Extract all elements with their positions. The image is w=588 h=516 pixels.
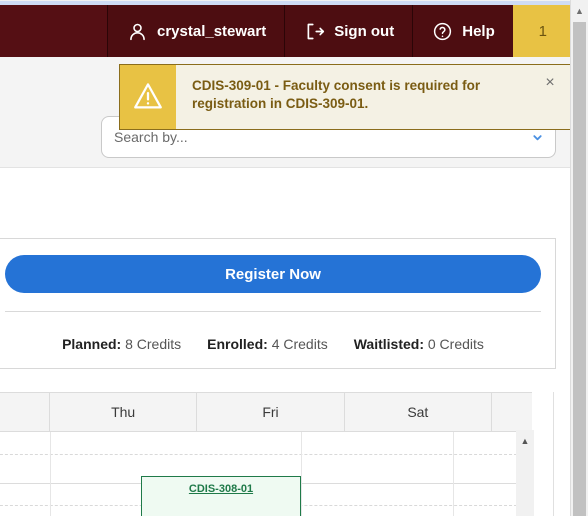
help-label: Help — [462, 22, 495, 40]
search-placeholder: Search by... — [114, 129, 188, 145]
triangle-up-icon[interactable]: ▲ — [571, 3, 588, 19]
page-root: crystal_stewart Sign out Help 1 Search b… — [0, 0, 588, 516]
header-user-menu[interactable]: crystal_stewart — [107, 5, 284, 57]
site-header-bar: crystal_stewart Sign out Help 1 — [0, 5, 573, 57]
credits-planned-label: Planned: — [62, 336, 122, 352]
calendar-outer-divider — [553, 392, 554, 516]
credits-planned-value: 8 Credits — [125, 336, 182, 352]
credits-enrolled: Enrolled: 4 Credits — [207, 336, 328, 352]
calendar-column-divider — [301, 432, 302, 516]
alert-message: CDIS-309-01 - Faculty consent is require… — [192, 78, 481, 112]
close-icon[interactable]: × — [538, 71, 562, 95]
calendar-right-edge — [534, 392, 535, 516]
alert-icon-panel — [120, 65, 176, 129]
window-scrollbar-thumb[interactable] — [573, 22, 586, 516]
credits-waitlisted-label: Waitlisted: — [353, 336, 424, 352]
credits-enrolled-label: Enrolled: — [207, 336, 268, 352]
calendar-day-header-thu: Thu — [50, 393, 198, 431]
calendar-day-header-row: Thu Fri Sat — [0, 392, 532, 432]
schedule-calendar: Thu Fri Sat CDIS-308-01 — [0, 392, 532, 516]
calendar-day-header-end — [492, 393, 532, 431]
register-row: Register Now — [0, 239, 555, 307]
header-user-label: crystal_stewart — [157, 22, 267, 40]
calendar-day-header-spacer — [0, 393, 50, 431]
credits-waitlisted: Waitlisted: 0 Credits — [354, 336, 484, 352]
calendar-column-divider — [453, 432, 454, 516]
calendar-day-header-fri: Fri — [197, 393, 345, 431]
warning-alert: CDIS-309-01 - Faculty consent is require… — [119, 64, 571, 130]
sign-out-button[interactable]: Sign out — [284, 5, 412, 57]
calendar-day-header-sat: Sat — [345, 393, 492, 431]
calendar-grid[interactable]: CDIS-308-01 — [0, 432, 532, 516]
sign-out-label: Sign out — [334, 22, 395, 40]
window-scrollbar[interactable]: ▲ — [570, 0, 588, 516]
calendar-event-block[interactable]: CDIS-308-01 — [141, 476, 301, 516]
help-circle-icon — [431, 20, 453, 42]
calendar-column-divider — [50, 432, 51, 516]
header-left-spacer — [0, 5, 107, 57]
notification-badge[interactable]: 1 — [512, 5, 573, 57]
warning-triangle-icon — [131, 79, 165, 116]
credits-planned: Planned: 8 Credits — [62, 336, 181, 352]
notification-badge-count: 1 — [538, 22, 547, 40]
triangle-up-icon[interactable]: ▲ — [516, 434, 534, 448]
calendar-scrollbar[interactable]: ▲ — [516, 430, 534, 516]
help-button[interactable]: Help — [412, 5, 513, 57]
register-now-button[interactable]: Register Now — [5, 255, 541, 293]
credits-enrolled-value: 4 Credits — [271, 336, 328, 352]
registration-card: Register Now Planned: 8 Credits Enrolled… — [0, 238, 556, 369]
credits-summary: Planned: 8 Credits Enrolled: 4 Credits W… — [0, 312, 555, 368]
top-strip-edge — [0, 0, 588, 1]
chevron-down-icon[interactable] — [531, 131, 543, 143]
user-icon — [126, 20, 148, 42]
calendar-event-course-link[interactable]: CDIS-308-01 — [189, 483, 253, 516]
credits-waitlisted-value: 0 Credits — [427, 336, 484, 352]
sign-out-icon — [303, 20, 325, 42]
